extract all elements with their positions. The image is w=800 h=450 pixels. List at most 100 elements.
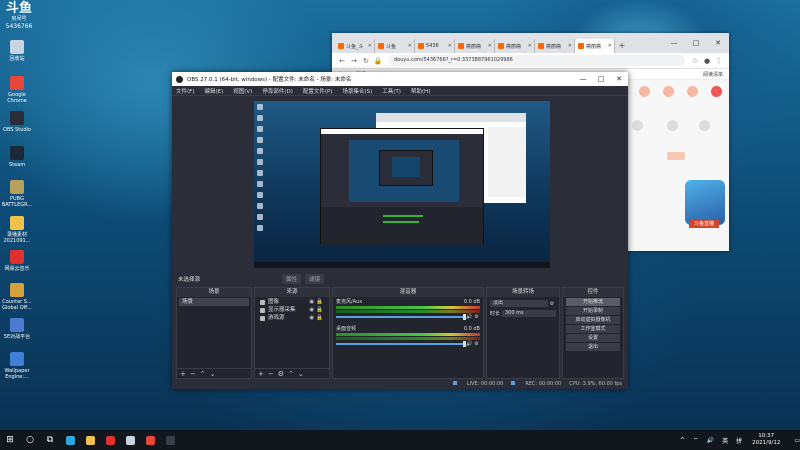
desktop-icon-5e-platform[interactable]: 5E对战平台 [0,318,34,340]
remove-icon[interactable]: − [190,370,196,378]
desktop-icon-obs[interactable]: OBS Studio [0,111,34,133]
desktop-icon-wallpaper-engine[interactable]: Wallpaper Engine:... [0,352,34,380]
close-icon[interactable]: ✕ [488,43,492,49]
page-circle-icon[interactable] [687,86,698,97]
forward-icon[interactable]: → [348,57,360,65]
start-recording-button[interactable]: 开始录制 [566,307,620,315]
menu-help[interactable]: 帮助(H) [411,87,430,95]
volume-slider-handle[interactable] [463,314,466,320]
taskbar-app-explorer[interactable] [80,430,100,450]
browser-tab[interactable]: 斗鱼_斗 ✕ [335,39,375,53]
close-window-button[interactable]: ✕ [610,72,628,86]
desktop-icon-csgo[interactable]: Counter S... Global Off... [0,283,34,311]
desktop-icon-chrome[interactable]: Google Chrome [0,76,34,104]
new-tab-button[interactable]: + [615,39,629,53]
back-icon[interactable]: ← [336,57,348,65]
close-icon[interactable]: ✕ [528,43,532,49]
volume-slider[interactable] [336,341,466,347]
browser-tab-active[interactable]: 斋丽斋 ✕ [575,39,615,53]
maximize-button[interactable]: □ [592,72,610,86]
visibility-lock-icons[interactable]: ◉🔒 [309,314,325,322]
search-button[interactable]: ○ [20,430,40,450]
reload-icon[interactable]: ↻ [360,57,372,65]
visibility-lock-icons[interactable]: ◉🔒 [309,306,325,314]
minimize-button[interactable]: — [574,72,592,86]
volume-icon[interactable]: 🔊 [707,437,714,444]
move-up-icon[interactable]: ⌃ [200,370,206,378]
minimize-button[interactable]: — [663,33,685,53]
tray-overflow-icon[interactable]: ^ [680,437,685,444]
visibility-lock-icons[interactable]: ◉🔒 [309,298,325,306]
add-icon[interactable]: + [180,370,186,378]
desktop-icon-netease-music[interactable]: 网易云音乐 [0,250,34,272]
gear-icon[interactable]: ⚙ [548,301,556,307]
volume-slider[interactable] [336,314,466,320]
exit-button[interactable]: 退出 [566,343,620,351]
desktop-icon-recording-folder[interactable]: 录播素材 2021091... [0,216,34,244]
menu-file[interactable]: 文件(F) [176,87,194,95]
transition-type-select[interactable]: 淡出 [490,300,548,307]
properties-button[interactable]: 属性 [282,274,302,284]
start-virtual-camera-button[interactable]: 启动虚拟摄像机 [566,316,620,324]
volume-slider-handle[interactable] [463,341,466,347]
start-button[interactable]: ⊞ [0,430,20,450]
profile-icon[interactable]: ● [701,57,713,65]
browser-tab[interactable]: 斗鱼 ✕ [375,39,415,53]
page-circle-icon[interactable] [699,120,710,131]
ime-mode[interactable]: 拼 [736,436,742,445]
page-circle-icon[interactable] [632,120,643,131]
taskbar-app-edge[interactable] [60,430,80,450]
ime-language[interactable]: 英 [722,436,728,445]
remove-icon[interactable]: − [268,370,274,378]
browser-tab[interactable]: 斋丽斋 ✕ [455,39,495,53]
desktop-icon-steam[interactable]: Steam [0,146,34,168]
page-circle-icon[interactable] [639,86,650,97]
page-circle-icon[interactable] [663,86,674,97]
avatar[interactable] [711,86,722,97]
taskbar-app-steam[interactable] [120,430,140,450]
reading-list[interactable]: 阅读清单 [703,71,723,78]
wifi-icon[interactable]: ⌔ [693,436,699,444]
gear-icon[interactable]: ⚙ [473,341,480,347]
move-down-icon[interactable]: ⌄ [298,370,304,378]
studio-mode-button[interactable]: 工作室模式 [566,325,620,333]
settings-button[interactable]: 设置 [566,334,620,342]
close-icon[interactable]: ✕ [608,43,612,49]
menu-icon[interactable]: ⋮ [713,57,725,65]
speaker-icon[interactable]: 🔊 [466,341,473,347]
taskbar-app-netease[interactable] [100,430,120,450]
taskbar-app-obs[interactable] [160,430,180,450]
close-icon[interactable]: ✕ [408,43,412,49]
start-streaming-button[interactable]: 开始推流 [566,298,620,306]
close-icon[interactable]: ✕ [448,43,452,49]
menu-edit[interactable]: 编辑(E) [204,87,223,95]
taskbar-app-chrome[interactable] [140,430,160,450]
duration-input[interactable]: 300 ms [502,310,556,317]
gear-icon[interactable]: ⚙ [278,370,284,378]
gear-icon[interactable]: ⚙ [473,314,480,320]
lock-icon[interactable]: 🔒 [372,57,384,65]
scene-list-item[interactable]: 场景 [179,298,249,306]
star-icon[interactable]: ☆ [689,57,701,65]
move-up-icon[interactable]: ⌃ [288,370,294,378]
desktop-icon-pubg[interactable]: PUBG BATTLEGR... [0,180,34,208]
menu-profile[interactable]: 配置文件(P) [303,87,333,95]
move-down-icon[interactable]: ⌄ [210,370,216,378]
menu-scene-collection[interactable]: 场景集合(S) [342,87,372,95]
browser-tab[interactable]: 5436 ✕ [415,39,455,53]
source-list-item[interactable]: 显示器采集 ◉🔒 [257,306,327,314]
obs-preview-canvas[interactable] [254,101,550,268]
menu-docks[interactable]: 停靠部件(D) [262,87,293,95]
desktop-icon-recycle-bin[interactable]: 回收站 [0,40,34,62]
notification-icon[interactable]: ▭ [794,437,800,444]
maximize-button[interactable]: □ [685,33,707,53]
speaker-icon[interactable]: 🔊 [466,314,473,320]
close-window-button[interactable]: ✕ [707,33,729,53]
address-bar[interactable]: douyu.com/5436766?_r=0.3373887961029986 [388,55,685,66]
close-icon[interactable]: ✕ [368,43,372,49]
event-mascot-image[interactable] [685,180,725,225]
add-icon[interactable]: + [258,370,264,378]
browser-tab[interactable]: 斋丽斋 ✕ [495,39,535,53]
browser-tab[interactable]: 斋丽斋 ✕ [535,39,575,53]
filters-button[interactable]: 滤镜 [305,274,325,284]
